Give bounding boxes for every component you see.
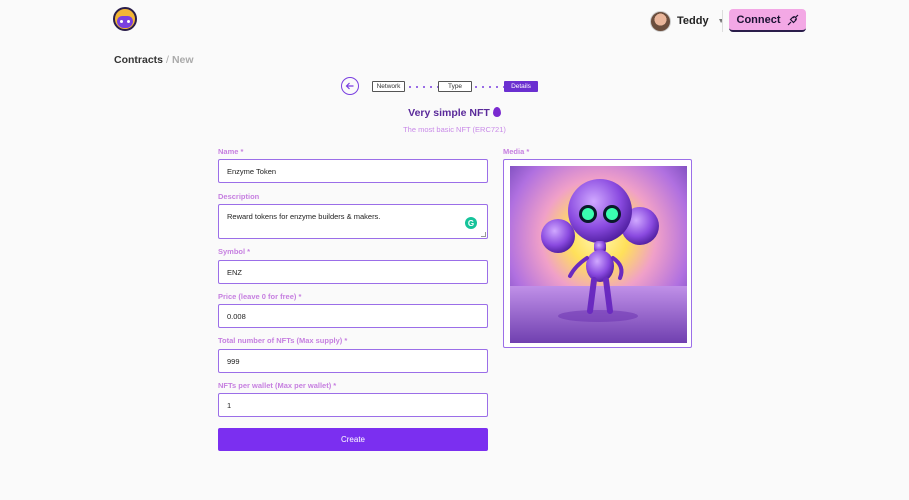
step-network[interactable]: Network <box>372 81 405 92</box>
media-upload[interactable] <box>503 159 692 348</box>
media-label: Media * <box>503 147 530 156</box>
breadcrumb-current: New <box>171 54 194 66</box>
arrow-left-icon <box>345 82 354 90</box>
page-title-text: Very simple NFT <box>408 107 490 119</box>
page-title: Very simple NFT <box>0 107 909 119</box>
avatar <box>650 10 671 32</box>
page-subtitle: The most basic NFT (ERC721) <box>403 125 506 134</box>
app-logo[interactable] <box>113 7 137 31</box>
connect-button[interactable]: Connect <box>729 9 806 32</box>
step-connector <box>475 86 505 88</box>
max-per-wallet-field[interactable]: 1 <box>218 393 488 417</box>
symbol-field[interactable]: ENZ <box>218 260 488 284</box>
plug-icon <box>787 14 799 26</box>
breadcrumb-contracts[interactable]: Contracts <box>114 54 163 66</box>
step-details[interactable]: Details <box>504 81 538 92</box>
resize-handle[interactable] <box>481 232 486 237</box>
max-supply-label: Total number of NFTs (Max supply) * <box>218 336 348 345</box>
create-button[interactable]: Create <box>218 428 488 451</box>
price-field[interactable]: 0.008 <box>218 304 488 328</box>
eggplant-icon <box>492 107 501 117</box>
max-per-wallet-label: NFTs per wallet (Max per wallet) * <box>218 381 337 390</box>
price-label: Price (leave 0 for free) * <box>218 292 302 301</box>
step-type[interactable]: Type <box>438 81 472 92</box>
back-button[interactable] <box>341 77 359 95</box>
step-connector <box>409 86 439 88</box>
name-label: Name * <box>218 147 244 156</box>
breadcrumb-separator: / <box>166 54 169 66</box>
connect-label: Connect <box>736 13 781 26</box>
description-label: Description <box>218 192 260 201</box>
grammarly-icon[interactable]: G <box>465 217 477 229</box>
symbol-label: Symbol * <box>218 247 251 256</box>
name-field[interactable]: Enzyme Token <box>218 159 488 183</box>
nft-image <box>510 166 687 343</box>
user-name: Teddy <box>677 15 709 27</box>
header-divider <box>722 10 723 32</box>
user-menu[interactable]: Teddy ▼ <box>650 10 725 32</box>
max-supply-field[interactable]: 999 <box>218 349 488 373</box>
breadcrumb: Contracts / New <box>114 54 194 66</box>
description-field[interactable]: Reward tokens for enzyme builders & make… <box>218 204 488 239</box>
